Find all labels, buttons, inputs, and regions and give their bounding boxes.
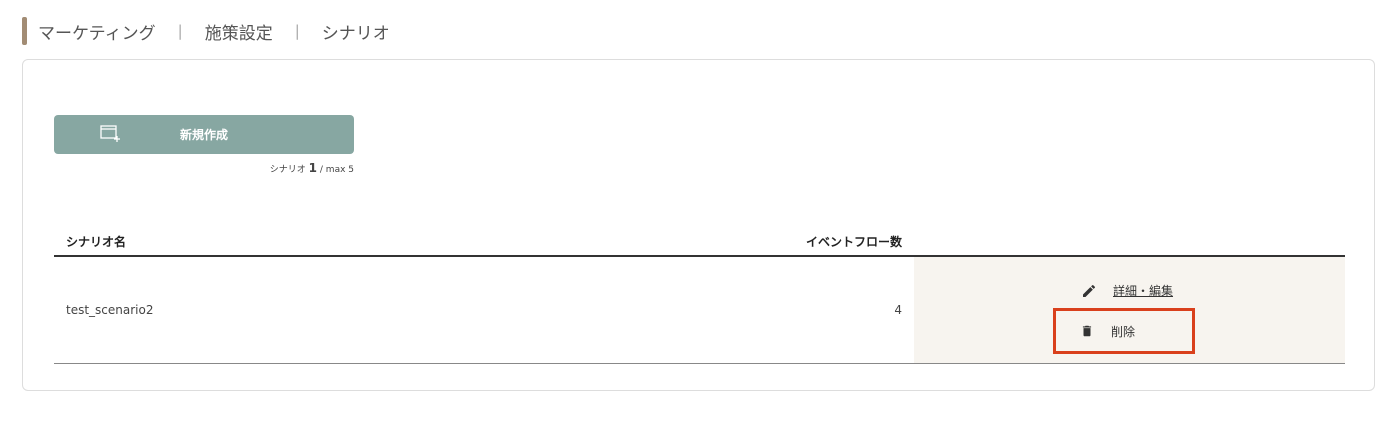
breadcrumb-separator: | bbox=[294, 22, 300, 40]
scenario-count-max: / max 5 bbox=[319, 165, 354, 175]
breadcrumb-item-scenario: シナリオ bbox=[321, 23, 390, 44]
create-new-button[interactable]: 新規作成 bbox=[54, 115, 354, 154]
delete-label: 削除 bbox=[1111, 324, 1136, 339]
pencil-icon bbox=[1083, 284, 1096, 297]
delete-button[interactable]: 削除 bbox=[1053, 308, 1195, 354]
column-header-scenario-name: シナリオ名 bbox=[66, 235, 127, 249]
scenario-name-cell: test_scenario2 bbox=[66, 303, 154, 317]
create-new-button-label: 新規作成 bbox=[179, 128, 228, 142]
new-window-icon bbox=[100, 125, 120, 142]
detail-edit-link[interactable]: 詳細・編集 bbox=[1081, 282, 1173, 299]
breadcrumb: マーケティング | 施策設定 | シナリオ bbox=[22, 17, 390, 45]
scenario-count: シナリオ 1 / max 5 bbox=[54, 161, 354, 175]
row-actions: 詳細・編集 削除 bbox=[914, 257, 1345, 363]
scenario-panel: 新規作成 シナリオ 1 / max 5 シナリオ名 イベントフロー数 test_… bbox=[22, 59, 1375, 391]
column-header-event-flow-count: イベントフロー数 bbox=[805, 235, 902, 249]
breadcrumb-separator: | bbox=[177, 22, 183, 40]
detail-edit-label: 詳細・編集 bbox=[1113, 284, 1174, 298]
event-flow-count-cell: 4 bbox=[894, 303, 902, 317]
breadcrumb-accent-bar bbox=[22, 17, 27, 45]
scenario-table: シナリオ名 イベントフロー数 test_scenario2 4 詳細・編集 削除 bbox=[54, 223, 1345, 364]
table-row: test_scenario2 4 詳細・編集 削除 bbox=[54, 257, 1345, 364]
breadcrumb-item-campaign-settings[interactable]: 施策設定 bbox=[205, 19, 273, 44]
trash-icon-wrap bbox=[1080, 323, 1094, 339]
breadcrumb-item-marketing[interactable]: マーケティング bbox=[38, 19, 156, 44]
scenario-count-current: 1 bbox=[308, 161, 318, 175]
scenario-count-prefix: シナリオ bbox=[269, 165, 306, 175]
table-header: シナリオ名 イベントフロー数 bbox=[54, 223, 1345, 257]
trash-icon bbox=[1082, 325, 1092, 337]
